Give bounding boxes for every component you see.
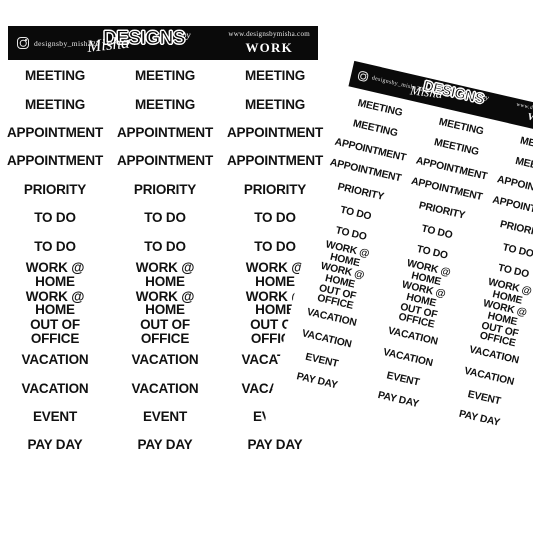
- brand-header-bar: designsby_misha22 DESIGNS by Misha www.d…: [8, 26, 318, 60]
- sticker-cell[interactable]: WORK @ HOME: [110, 289, 220, 317]
- sticker-cell[interactable]: PAY DAY: [0, 431, 110, 459]
- sticker-label: EVENT: [385, 370, 421, 389]
- sticker-label: PAY DAY: [457, 408, 501, 429]
- brand-logo: DESIGNS by Misha: [86, 29, 191, 56]
- sticker-label: OUT OF OFFICE: [30, 317, 80, 346]
- sticker-label: MEETING: [244, 68, 306, 84]
- sticker-cell[interactable]: TO DO: [0, 204, 110, 232]
- brand-header-right: www.designsbymisha.com WORK: [228, 30, 310, 56]
- sticker-label: MEETING: [134, 96, 196, 112]
- sticker-label: TO DO: [144, 238, 186, 254]
- sticker-label: PAY DAY: [137, 437, 193, 453]
- sticker-cell[interactable]: VACATION: [110, 346, 220, 374]
- sticker-cell[interactable]: WORK @ HOME: [110, 261, 220, 289]
- sticker-cell[interactable]: OUT OF OFFICE: [110, 318, 220, 346]
- sticker-cell[interactable]: APPOINTMENT: [220, 147, 330, 175]
- sticker-label: PAY DAY: [376, 390, 420, 411]
- sticker-label: APPOINTMENT: [226, 153, 324, 169]
- sticker-cell[interactable]: VACATION: [0, 346, 110, 374]
- sticker-cell[interactable]: MEETING: [220, 62, 330, 90]
- sticker-label: TO DO: [339, 204, 373, 223]
- sticker-sheet-canvas: designsby_misha22 DESIGNS by Misha www.d…: [0, 0, 533, 533]
- sticker-cell[interactable]: TO DO: [110, 232, 220, 260]
- sticker-cell[interactable]: APPOINTMENT: [110, 147, 220, 175]
- sticker-label: EVENT: [466, 388, 502, 408]
- sticker-cell[interactable]: EVENT: [0, 403, 110, 431]
- brand-logo-misha: Misha: [86, 32, 131, 56]
- sticker-label: OUT OF OFFICE: [140, 317, 190, 346]
- brand-logo-overlay: DESIGNS by Misha: [409, 78, 490, 108]
- sticker-label: VACATION: [21, 352, 89, 368]
- sticker-cell[interactable]: WORK @ HOME: [0, 261, 110, 289]
- sticker-label: PAY DAY: [27, 437, 83, 453]
- sticker-cell[interactable]: WORK @ HOME: [0, 289, 110, 317]
- category-label: WORK: [245, 40, 293, 55]
- instagram-icon: [17, 37, 29, 49]
- sticker-cell[interactable]: MEETING: [0, 62, 110, 90]
- sticker-label: WORK @ HOME: [135, 288, 195, 318]
- sticker-cell[interactable]: APPOINTMENT: [0, 119, 110, 147]
- sticker-label: TO DO: [420, 223, 454, 241]
- website-url: www.designsbymisha.com: [228, 30, 310, 38]
- sticker-cell[interactable]: APPOINTMENT: [220, 119, 330, 147]
- sticker-label: MEETING: [244, 96, 306, 112]
- sticker-label: APPOINTMENT: [226, 125, 324, 141]
- sticker-label: TO DO: [334, 225, 368, 244]
- sticker-label: MEETING: [24, 96, 86, 112]
- sticker-label: WORK @ HOME: [135, 260, 195, 289]
- sticker-cell[interactable]: APPOINTMENT: [0, 147, 110, 175]
- sticker-cell[interactable]: MEETING: [220, 90, 330, 118]
- sticker-cell[interactable]: VACATION: [0, 374, 110, 402]
- sticker-label: EVENT: [142, 409, 187, 424]
- sticker-label: PRIORITY: [243, 181, 307, 197]
- sticker-label: WORK @ HOME: [25, 288, 85, 318]
- sticker-label: APPOINTMENT: [6, 153, 104, 169]
- sticker-cell[interactable]: PRIORITY: [110, 176, 220, 204]
- sticker-cell[interactable]: APPOINTMENT: [110, 119, 220, 147]
- sticker-label: APPOINTMENT: [116, 125, 214, 141]
- sticker-cell[interactable]: VACATION: [110, 374, 220, 402]
- sticker-cell[interactable]: MEETING: [110, 90, 220, 118]
- sticker-cell[interactable]: PRIORITY: [0, 176, 110, 204]
- sticker-label: TO DO: [415, 244, 449, 262]
- sticker-cell[interactable]: MEETING: [0, 90, 110, 118]
- brand-logo-misha-overlay: Misha: [409, 82, 444, 102]
- sticker-label: APPOINTMENT: [116, 153, 214, 169]
- sticker-label: MEETING: [134, 68, 196, 84]
- sticker-cell[interactable]: TO DO: [110, 204, 220, 232]
- instagram-icon-overlay: [357, 70, 370, 83]
- sticker-cell[interactable]: EVENT: [110, 403, 220, 431]
- sticker-label: TO DO: [34, 210, 76, 226]
- sticker-cell[interactable]: PRIORITY: [220, 176, 330, 204]
- sticker-cell[interactable]: PAY DAY: [110, 431, 220, 459]
- sticker-label: MEETING: [24, 68, 86, 84]
- sticker-label: TO DO: [254, 238, 296, 254]
- sticker-label: APPOINTMENT: [6, 125, 104, 141]
- sticker-cell[interactable]: OUT OF OFFICE: [0, 318, 110, 346]
- sticker-cell[interactable]: MEETING: [110, 62, 220, 90]
- sticker-label: PAY DAY: [295, 371, 339, 392]
- sticker-label: TO DO: [34, 238, 76, 254]
- sticker-label: VACATION: [131, 352, 199, 368]
- sticker-label: VACATION: [21, 380, 89, 396]
- sticker-label: TO DO: [496, 262, 530, 281]
- sticker-label: TO DO: [501, 241, 533, 260]
- brand-logo-by-overlay: by: [481, 92, 490, 103]
- brand-logo-by: by: [182, 30, 191, 40]
- sticker-label: EVENT: [304, 351, 340, 370]
- sticker-cell[interactable]: TO DO: [0, 232, 110, 260]
- sticker-label: PRIORITY: [23, 181, 87, 197]
- sticker-label: PRIORITY: [133, 181, 197, 197]
- sticker-label: VACATION: [131, 380, 199, 396]
- sticker-label: TO DO: [144, 210, 186, 226]
- sticker-label: EVENT: [32, 409, 77, 424]
- sticker-label: TO DO: [254, 210, 296, 226]
- sticker-label: WORK @ HOME: [25, 260, 85, 289]
